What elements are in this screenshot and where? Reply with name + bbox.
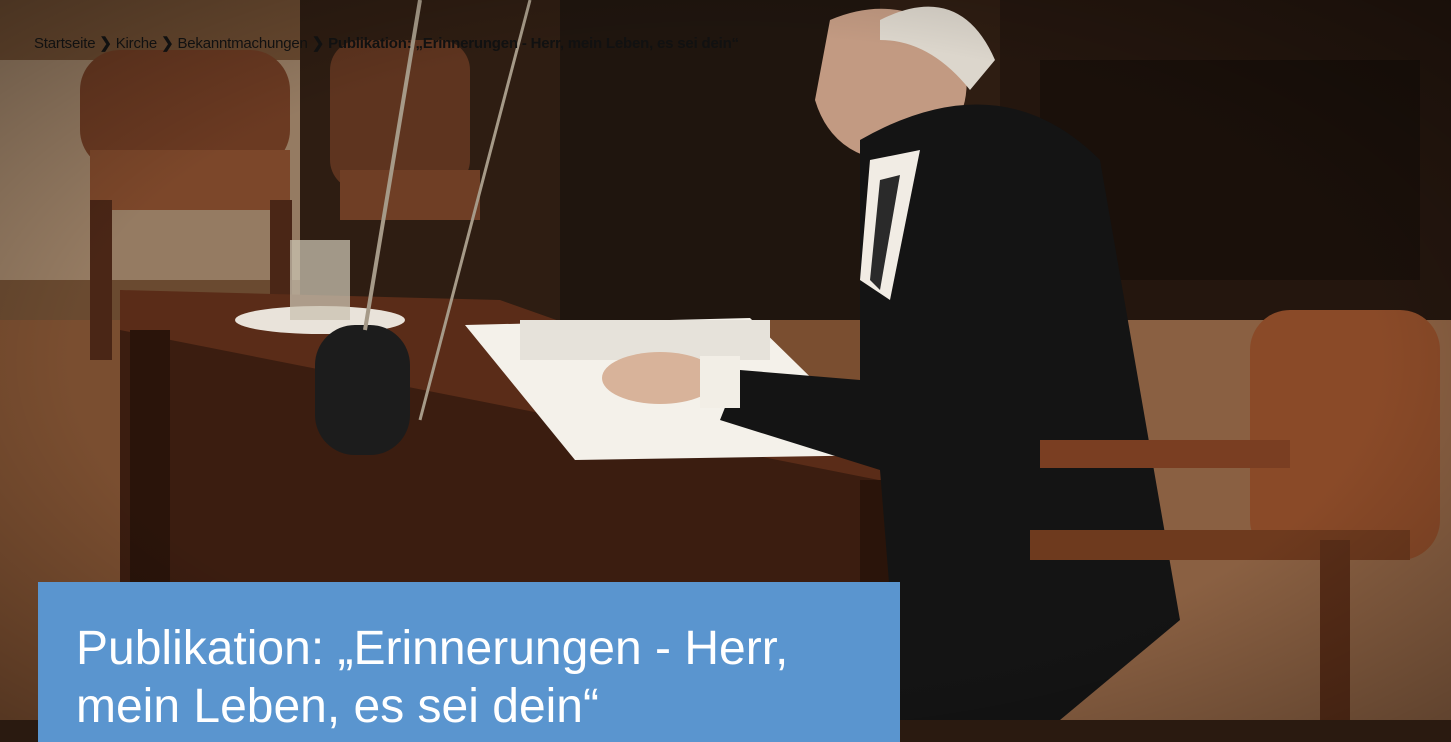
page-title-box: Publikation: „Erinnerungen - Herr, mein … [38,582,900,742]
breadcrumb-link-startseite[interactable]: Startseite [34,35,96,52]
breadcrumb-link-bekanntmachungen[interactable]: Bekanntmachungen [177,35,307,52]
chevron-right-icon: ❯ [311,35,325,52]
page-title: Publikation: „Erinnerungen - Herr, mein … [76,622,789,733]
chevron-right-icon: ❯ [161,35,174,52]
breadcrumb: Startseite ❯ Kirche ❯ Bekanntmachungen ❯ Publi… [34,34,739,54]
chevron-right-icon: ❯ [99,35,112,52]
breadcrumb-current: Publikation: „Erinnerungen - Herr, mein … [328,35,739,52]
breadcrumb-link-kirche[interactable]: Kirche [116,35,158,52]
